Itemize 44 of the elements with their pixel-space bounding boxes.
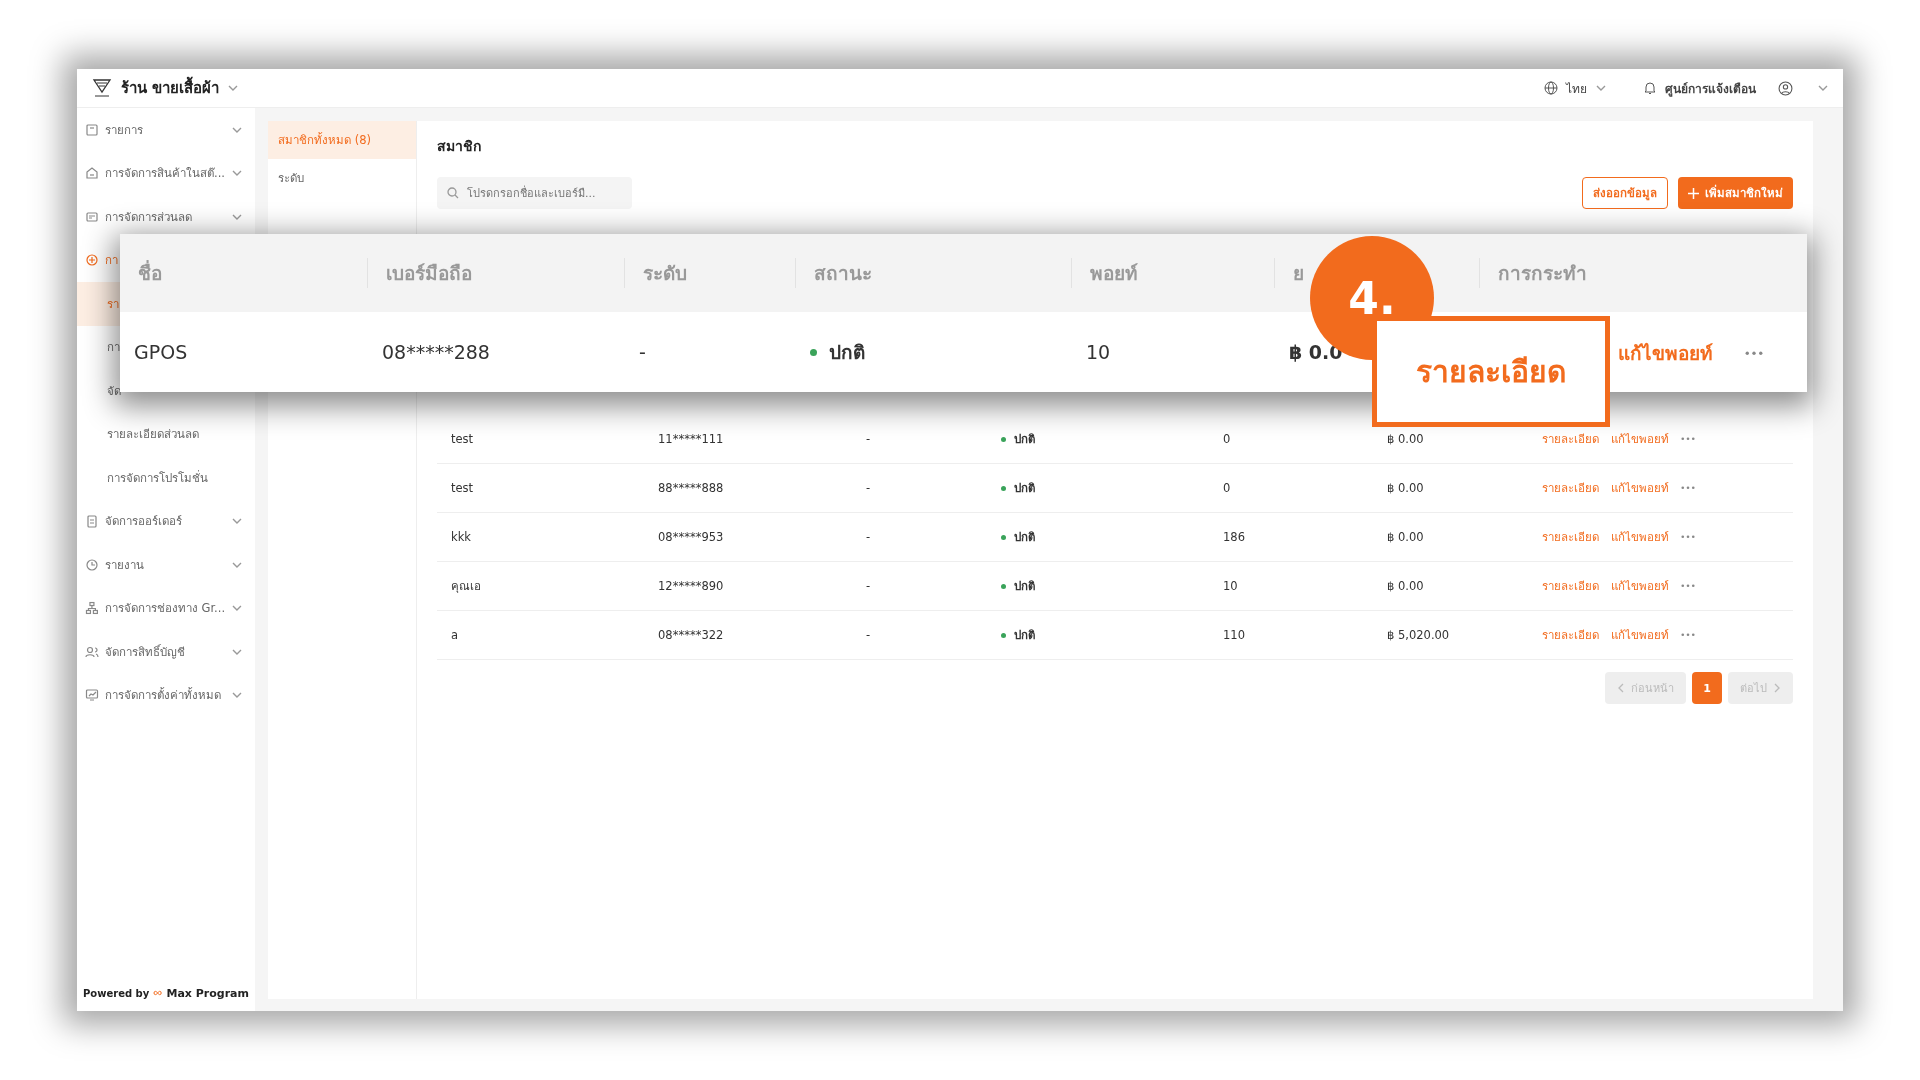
table-cell-text: - bbox=[866, 432, 872, 446]
table-cell-text: 08*****953 bbox=[658, 530, 725, 544]
column-header: เบอร์มือถือ bbox=[368, 258, 625, 288]
table-cell-text: คุณเอ bbox=[451, 578, 482, 595]
table-cell-text: kkk bbox=[451, 530, 472, 544]
table-cell-text: 12*****890 bbox=[658, 579, 725, 593]
table-cell-text: GPOS bbox=[133, 341, 189, 363]
status-text: ปกติ bbox=[1014, 578, 1035, 595]
column-header: สถานะ bbox=[796, 258, 1072, 288]
table-cell-text: - bbox=[638, 341, 647, 363]
table-cell-text: ฿ 5,020.00 bbox=[1387, 628, 1451, 642]
status-text: ปกติ bbox=[829, 340, 865, 365]
table-cell-text: ฿ 0.00 bbox=[1387, 432, 1425, 446]
table-cell-text: test bbox=[451, 481, 475, 495]
brand-name: Max Program bbox=[166, 986, 249, 1000]
table-cell-text: 10 bbox=[1085, 341, 1112, 363]
table-cell-text: 11*****111 bbox=[658, 432, 725, 446]
powered-by-text: Powered by bbox=[83, 987, 150, 999]
table-cell-text: 88*****888 bbox=[658, 481, 725, 495]
status-text: ปกติ bbox=[1014, 431, 1035, 448]
table-cell-text: 0 bbox=[1223, 481, 1232, 495]
page-title: สมาชิก bbox=[437, 137, 482, 156]
status-text: ปกติ bbox=[1014, 529, 1035, 546]
table-cell-text: test bbox=[451, 432, 475, 446]
status-text: ปกติ bbox=[1014, 627, 1035, 644]
column-header: ชื่อ bbox=[120, 258, 368, 288]
table-cell-text: - bbox=[866, 530, 872, 544]
table-cell-text: a bbox=[451, 628, 460, 642]
status-text: ปกติ bbox=[1014, 480, 1035, 497]
table-cell-text: 08*****322 bbox=[658, 628, 725, 642]
table-cell-text: 186 bbox=[1223, 530, 1246, 544]
table-cell-text: - bbox=[866, 481, 872, 495]
table-cell-text: 08*****288 bbox=[381, 341, 491, 363]
table-cell-text: 110 bbox=[1223, 628, 1246, 642]
column-header: พอยท์ bbox=[1072, 258, 1275, 288]
table-cell-text: 0 bbox=[1223, 432, 1232, 446]
column-header: การกระทำ bbox=[1497, 261, 1588, 286]
column-header: ระดับ bbox=[625, 258, 796, 288]
table-cell-text: 10 bbox=[1223, 579, 1239, 593]
table-cell-text: ฿ 0.00 bbox=[1387, 530, 1425, 544]
table-cell-text: ฿ 0.00 bbox=[1387, 481, 1425, 495]
table-cell-text: - bbox=[866, 628, 872, 642]
table-cell-text: ฿ 0.00 bbox=[1387, 579, 1425, 593]
table-cell-text: - bbox=[866, 579, 872, 593]
